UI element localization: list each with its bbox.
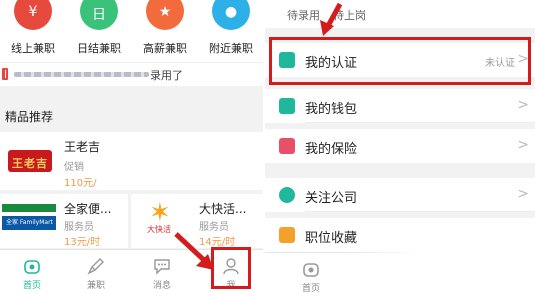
- job-name: 全家便...: [64, 202, 112, 216]
- wanglaoji-logo: 王老吉: [8, 150, 52, 172]
- job-pay: 13元/时: [64, 237, 101, 248]
- home-icon: [24, 260, 40, 274]
- category-label: 线上兼职: [11, 42, 55, 55]
- order-tab-pending-start[interactable]: 待上岗: [333, 7, 366, 23]
- eye-icon: [279, 187, 295, 203]
- rocket-icon: [87, 258, 104, 275]
- category-daily[interactable]: 日 日结兼职: [66, 0, 132, 62]
- job-name: 王老吉: [64, 140, 101, 154]
- wallet-icon: [279, 98, 295, 114]
- job-role: 服务员: [64, 222, 94, 233]
- location-icon: ●: [212, 0, 250, 30]
- tab-label: 消息: [152, 281, 171, 291]
- tab-jobs[interactable]: 兼职: [70, 250, 122, 294]
- star-icon: ★: [146, 0, 184, 30]
- chevron-right-icon: >: [517, 186, 529, 202]
- star-icon: [279, 227, 295, 243]
- tab-label: 兼职: [86, 281, 105, 291]
- section-title: 精品推荐: [5, 110, 54, 124]
- category-online[interactable]: ¥ 线上兼职: [0, 0, 66, 62]
- right-screen: 待录用 待上岗 我的认证 未认证 > 我的钱包 > 我的保险 > 关注公司 > …: [265, 0, 535, 294]
- highlight-box: [269, 37, 531, 85]
- job-card[interactable]: 全家 FamilyMart 全家便... 服务员 13元/时: [0, 194, 128, 248]
- category-label: 高薪兼职: [143, 42, 187, 55]
- job-pay: 14元/时: [199, 237, 236, 248]
- heart-icon: [279, 138, 295, 154]
- category-row: ¥ 线上兼职 日 日结兼职 ★ 高薪兼职 ● 附近兼职: [0, 0, 263, 62]
- tab-label: 首页: [301, 284, 320, 294]
- speaker-icon: [2, 68, 8, 80]
- job-role: 服务员: [199, 222, 229, 233]
- message-icon: [154, 259, 170, 275]
- money-icon: ¥: [14, 0, 52, 30]
- familymart-logo: 全家 FamilyMart: [2, 204, 56, 230]
- category-nearby[interactable]: ● 附近兼职: [198, 0, 263, 62]
- row-label: 我的保险: [305, 142, 358, 157]
- tab-label: 首页: [22, 281, 41, 291]
- dakuaihuo-logo: ✶ 大快活: [147, 198, 171, 234]
- tab-home[interactable]: 首页: [6, 250, 58, 294]
- blurred-text: [14, 72, 149, 77]
- order-tab-pending-hire[interactable]: 待录用: [287, 7, 320, 23]
- announcement-ticker[interactable]: 录用了: [0, 62, 263, 86]
- highlight-box: [211, 247, 251, 289]
- category-label: 日结兼职: [77, 42, 121, 55]
- category-label: 附近兼职: [209, 42, 253, 55]
- tab-home[interactable]: 首页: [285, 253, 337, 294]
- row-label: 我的钱包: [305, 102, 358, 117]
- row-follow-company[interactable]: 关注公司 >: [265, 178, 535, 212]
- category-high-pay[interactable]: ★ 高薪兼职: [132, 0, 198, 62]
- job-name: 大快活...: [199, 202, 247, 216]
- job-card[interactable]: ✶ 大快活 大快活... 服务员 14元/时: [131, 194, 263, 248]
- job-pay: 110元/: [64, 178, 97, 189]
- left-screen: ¥ 线上兼职 日 日结兼职 ★ 高薪兼职 ● 附近兼职 录用了 精品推荐 王老吉…: [0, 0, 263, 294]
- job-card[interactable]: 王老吉 王老吉 促销 110元/: [0, 132, 263, 190]
- ticker-text: 录用了: [150, 69, 183, 82]
- row-insurance[interactable]: 我的保险 >: [265, 129, 535, 163]
- row-label: 关注公司: [305, 191, 358, 206]
- tab-messages[interactable]: 消息: [136, 250, 188, 294]
- home-icon: [303, 263, 319, 277]
- blur-overlay: [345, 240, 535, 294]
- clock-icon: 日: [80, 0, 118, 30]
- chevron-right-icon: >: [517, 137, 529, 153]
- chevron-right-icon: >: [517, 97, 529, 113]
- order-status-strip: 待录用 待上岗: [265, 0, 535, 28]
- job-role: 促销: [64, 162, 84, 173]
- row-wallet[interactable]: 我的钱包 >: [265, 89, 535, 123]
